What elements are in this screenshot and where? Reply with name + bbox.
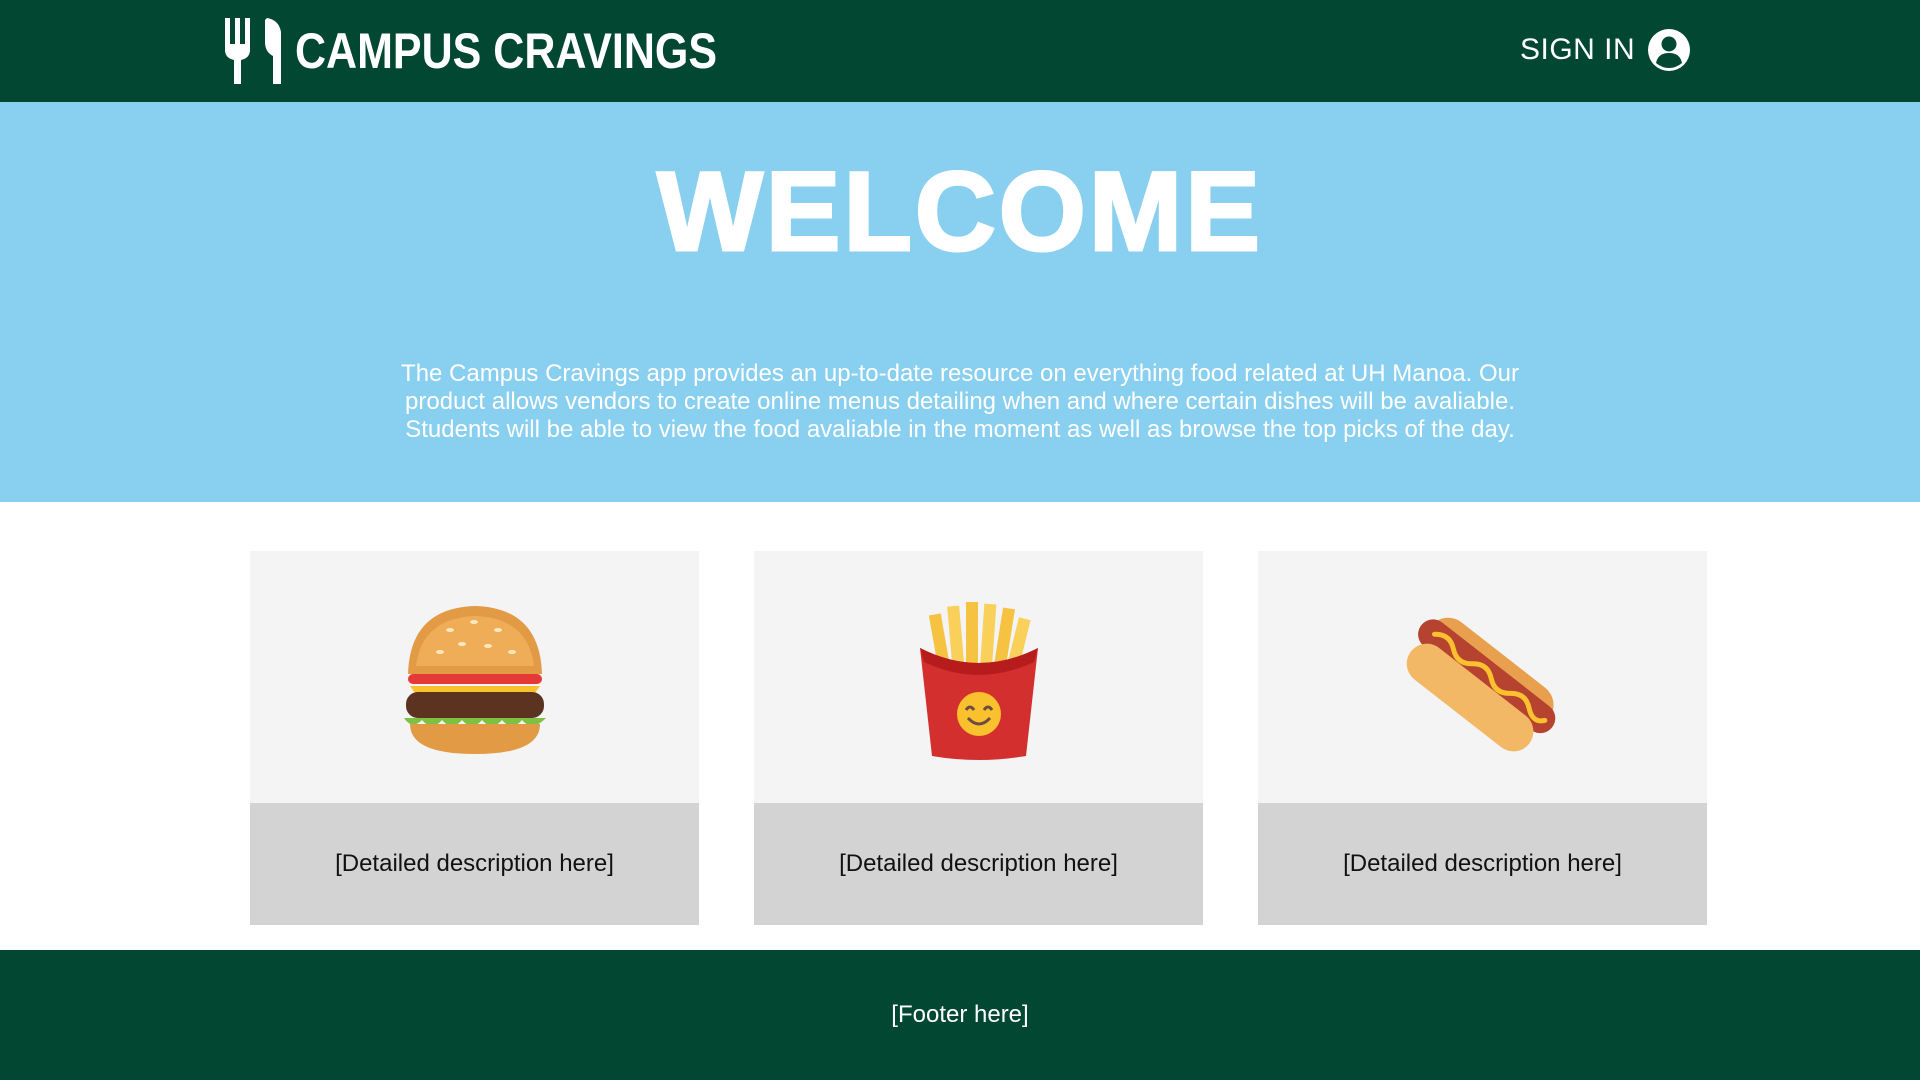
sign-in-button[interactable]: SIGN IN — [1520, 27, 1691, 73]
card-image-area — [754, 551, 1203, 803]
hero-title: WELCOME — [656, 148, 1263, 274]
card-image-area — [250, 551, 699, 803]
french-fries-icon — [920, 602, 1038, 760]
card-description: [Detailed description here] — [754, 803, 1203, 925]
hero-description: The Campus Cravings app provides an up-t… — [401, 360, 1519, 443]
hero-section: WELCOME The Campus Cravings app provides… — [0, 102, 1920, 502]
sign-in-label: SIGN IN — [1520, 33, 1636, 66]
footer: [Footer here] — [0, 950, 1920, 1080]
fork-knife-icon — [225, 18, 281, 84]
food-card-hotdog[interactable]: [Detailed description here] — [1258, 551, 1707, 925]
card-image-area — [1258, 551, 1707, 803]
brand-name: CAMPUS CRAVINGS — [295, 23, 718, 79]
food-cards: [Detailed description here] [Detailed de… — [0, 502, 1920, 950]
footer-text: [Footer here] — [891, 1001, 1029, 1028]
card-description: [Detailed description here] — [250, 803, 699, 925]
hot-dog-icon — [1406, 617, 1556, 752]
food-card-burger[interactable]: [Detailed description here] — [250, 551, 699, 925]
navbar: CAMPUS CRAVINGS SIGN IN — [0, 0, 1920, 102]
brand-logo[interactable]: CAMPUS CRAVINGS — [223, 16, 786, 86]
card-description: [Detailed description here] — [1258, 803, 1707, 925]
user-circle-icon — [1648, 29, 1691, 71]
food-card-fries[interactable]: [Detailed description here] — [754, 551, 1203, 925]
hamburger-icon — [404, 606, 546, 754]
